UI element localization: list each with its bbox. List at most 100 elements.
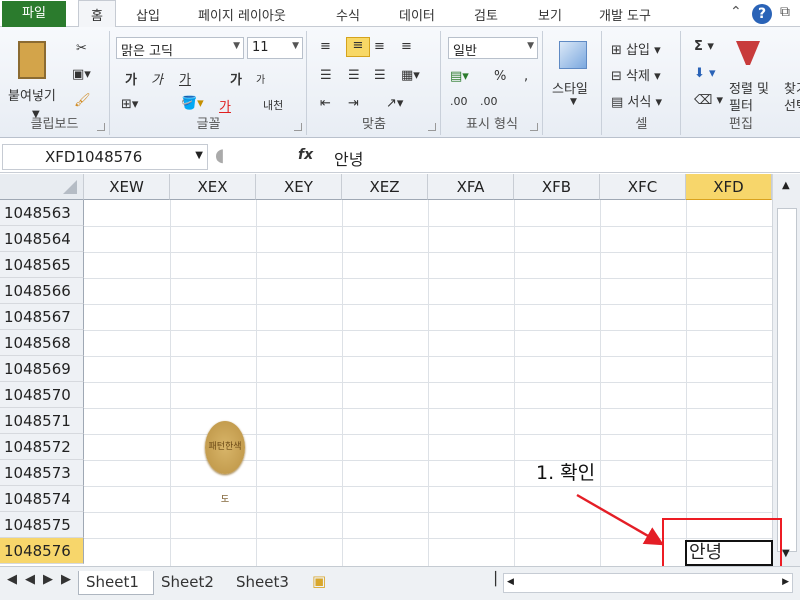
new-sheet-icon[interactable]: ▣ (312, 572, 326, 590)
formulas-tab[interactable]: 수식 (336, 5, 360, 24)
font-launcher-icon[interactable] (294, 123, 302, 131)
clipboard-launcher-icon[interactable] (97, 123, 105, 131)
column-header-xfb[interactable]: XFB (514, 174, 600, 200)
border-icon[interactable]: ⊞▾ (121, 97, 138, 112)
column-header-xey[interactable]: XEY (256, 174, 342, 200)
select-all-corner[interactable] (0, 174, 84, 200)
sheet1-tab[interactable]: Sheet1 (78, 571, 154, 595)
last-sheet-icon[interactable]: ▶ (61, 572, 71, 587)
column-header-xew[interactable]: XEW (84, 174, 170, 200)
row-header-1048573[interactable]: 1048573 (0, 460, 84, 486)
align-right-icon[interactable]: ☰ (374, 68, 386, 83)
horizontal-scrollbar[interactable]: ◀ ▶ (503, 573, 793, 593)
styles-icon[interactable] (559, 41, 587, 69)
row-header-1048572[interactable]: 1048572 (0, 434, 84, 460)
file-tab[interactable]: 파일 (2, 1, 66, 27)
number-format-select[interactable]: 일반 ▼ (448, 37, 538, 59)
delete-cells-button[interactable]: ⊟ 삭제 ▾ (611, 65, 661, 84)
format-cells-button[interactable]: ▤ 서식 ▾ (611, 91, 662, 110)
row-header-1048568[interactable]: 1048568 (0, 330, 84, 356)
format-painter-icon[interactable]: 🖌 (74, 93, 91, 108)
align-left-icon[interactable]: ☰ (320, 68, 332, 83)
fill-color-icon[interactable]: 🪣▾ (181, 96, 204, 111)
clear-icon[interactable]: ⌫ ▾ (694, 93, 723, 108)
insert-cells-button[interactable]: ⊞ 삽입 ▾ (611, 39, 661, 58)
row-header-1048567[interactable]: 1048567 (0, 304, 84, 330)
column-header-xex[interactable]: XEX (170, 174, 256, 200)
comma-button[interactable]: , (524, 69, 528, 84)
sort-filter-icon[interactable] (736, 41, 760, 71)
active-cell-xfd1048576[interactable]: 안녕 (685, 540, 773, 566)
cut-icon[interactable]: ✂ (76, 41, 87, 56)
increase-decimal-icon[interactable]: .00 (450, 95, 468, 108)
row-header-1048571[interactable]: 1048571 (0, 408, 84, 434)
sort-filter-label[interactable]: 정렬 및 필터 (729, 81, 785, 115)
scroll-down-icon[interactable]: ▼ (782, 548, 790, 559)
sheet3-tab[interactable]: Sheet3 (232, 571, 307, 595)
vertical-scrollbar[interactable]: ▲ ▼ (772, 174, 800, 566)
seal-image[interactable]: 패턴한색도 (205, 421, 245, 505)
scroll-left-icon[interactable]: ◀ (507, 577, 514, 587)
vertical-scroll-thumb[interactable] (777, 208, 797, 552)
autosum-icon[interactable]: Σ ▾ (694, 39, 714, 54)
previous-sheet-icon[interactable]: ◀ (25, 572, 35, 587)
font-size-select[interactable]: 11 ▼ (247, 37, 303, 59)
top-align-icon[interactable]: ≡ (320, 39, 331, 54)
column-header-xfa[interactable]: XFA (428, 174, 514, 200)
font-name-select[interactable]: 맑은 고딕 ▼ (116, 37, 244, 59)
column-header-xez[interactable]: XEZ (342, 174, 428, 200)
alignment-launcher-icon[interactable] (428, 123, 436, 131)
increase-font-button[interactable]: 가 (230, 69, 242, 88)
row-header-1048565[interactable]: 1048565 (0, 252, 84, 278)
home-tab[interactable]: 홈 (78, 0, 116, 28)
find-select-label[interactable]: 찾기 및 선택 (784, 81, 800, 115)
orientation-icon[interactable]: ↗▾ (386, 96, 403, 111)
percent-button[interactable]: % (494, 69, 506, 84)
decrease-font-button[interactable]: 가 (256, 71, 265, 86)
paste-label[interactable]: 붙여넣기 (8, 85, 56, 104)
paste-icon[interactable] (18, 41, 46, 79)
increase-indent-icon[interactable]: ⇥ (348, 96, 359, 111)
underline-button[interactable]: 가 (179, 69, 191, 88)
review-tab[interactable]: 검토 (474, 5, 498, 24)
align-center-icon[interactable]: ☰ (348, 68, 360, 83)
name-box[interactable]: XFD1048576 ▼ (2, 144, 208, 170)
fill-icon[interactable]: ⬇ ▾ (694, 66, 716, 81)
merge-center-icon[interactable]: ▦▾ (401, 68, 420, 83)
formula-splitter-icon[interactable]: ◖ (215, 145, 224, 166)
insert-tab[interactable]: 삽입 (136, 5, 160, 24)
bold-button[interactable]: 가 (125, 69, 137, 88)
minimize-ribbon-icon[interactable]: ⌃ (730, 4, 742, 20)
row-header-1048564[interactable]: 1048564 (0, 226, 84, 252)
row-header-1048569[interactable]: 1048569 (0, 356, 84, 382)
italic-button[interactable]: 가 (151, 69, 163, 88)
column-header-xfc[interactable]: XFC (600, 174, 686, 200)
row-header-1048566[interactable]: 1048566 (0, 278, 84, 304)
middle-align-icon[interactable]: ≡ (346, 37, 370, 57)
next-sheet-icon[interactable]: ▶ (43, 572, 53, 587)
view-tab[interactable]: 보기 (538, 5, 562, 24)
currency-format-icon[interactable]: ▤▾ (450, 69, 469, 84)
text-direction-icon[interactable]: ≡ (401, 39, 412, 54)
row-header-1048576[interactable]: 1048576 (0, 538, 84, 564)
help-icon[interactable]: ? (752, 4, 772, 24)
scroll-up-icon[interactable]: ▲ (782, 180, 790, 191)
restore-window-icon[interactable]: ⧉ (780, 4, 790, 20)
bottom-align-icon[interactable]: ≡ (374, 39, 385, 54)
row-header-1048563[interactable]: 1048563 (0, 200, 84, 226)
first-sheet-icon[interactable]: ◀ (7, 572, 17, 587)
decrease-decimal-icon[interactable]: .00 (480, 95, 498, 108)
row-header-1048570[interactable]: 1048570 (0, 382, 84, 408)
scroll-right-icon[interactable]: ▶ (782, 577, 789, 587)
developer-tab[interactable]: 개발 도구 (599, 5, 651, 24)
sheet2-tab[interactable]: Sheet2 (157, 571, 232, 595)
copy-icon[interactable]: ▣▾ (72, 67, 91, 82)
number-launcher-icon[interactable] (530, 123, 538, 131)
page-layout-tab[interactable]: 페이지 레이아웃 (198, 5, 286, 24)
insert-function-button[interactable]: fx (298, 147, 313, 163)
styles-label[interactable]: 스타일 (552, 78, 588, 97)
formula-input[interactable]: 안녕 (334, 146, 363, 170)
decrease-indent-icon[interactable]: ⇤ (320, 96, 331, 111)
column-header-xfd[interactable]: XFD (686, 174, 772, 200)
styles-dropdown-icon[interactable]: ▼ (570, 97, 577, 107)
